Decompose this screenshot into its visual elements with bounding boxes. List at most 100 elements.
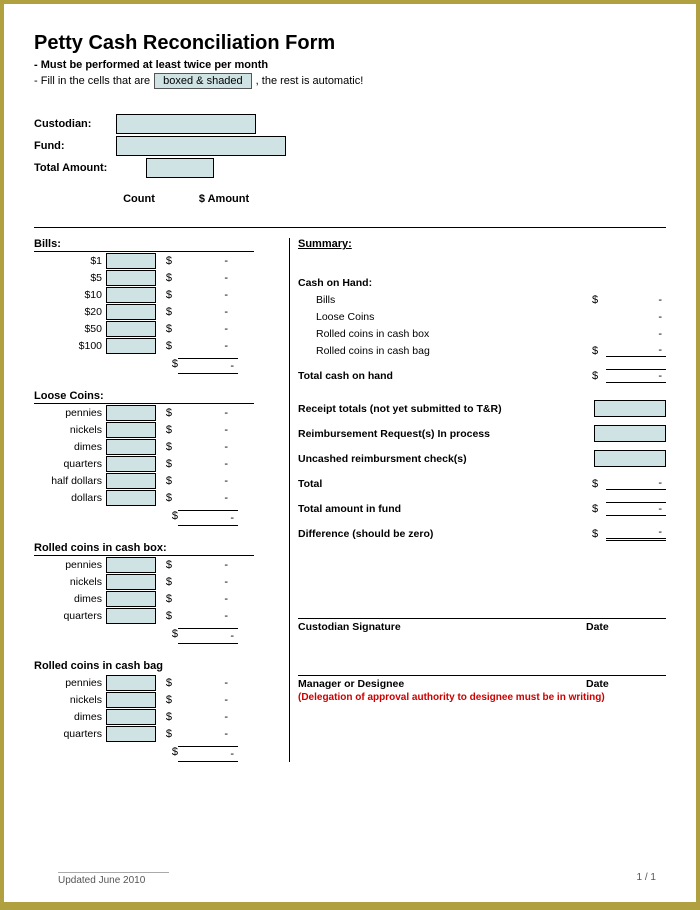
rbox-amount: - [172,559,232,571]
rbox-denom-label: dimes [34,593,106,605]
bills-denom-label: $1 [34,255,106,267]
rbag-amount: - [172,711,232,723]
bills-amount: - [172,340,232,352]
dollar-sign: $ [156,559,172,571]
top-fields: Custodian: Fund: Total Amount: [34,113,666,179]
rbag-subtotal: - [178,746,238,762]
table-row: dollars$- [34,489,289,506]
page: Petty Cash Reconciliation Form - Must be… [4,4,696,902]
dollar-sign: $ [156,289,172,301]
bills-amount: - [172,289,232,301]
subtitle: - Must be performed at least twice per m… [34,59,666,71]
bills-denom-label: $10 [34,289,106,301]
uncashed-input[interactable] [594,450,666,467]
summary-rbox-val: - [606,328,666,340]
rbox-count-input[interactable] [106,557,156,573]
loose-count-input[interactable] [106,456,156,472]
loose-count-input[interactable] [106,490,156,506]
table-row: $20$- [34,303,289,320]
rbox-count-input[interactable] [106,591,156,607]
dollar-sign: $ [156,576,172,588]
table-row: quarters$- [34,725,289,742]
total-fund-label: Total amount in fund [298,503,592,515]
left-column: Count $ Amount [34,193,289,209]
rbag-subtotal-dollar: $ [162,746,178,762]
footer-page: 1 / 1 [637,872,656,886]
rbag-count-input[interactable] [106,692,156,708]
loose-count-input[interactable] [106,473,156,489]
rolled-bag-header: Rolled coins in cash bag [34,660,254,674]
rbag-count-input[interactable] [106,675,156,691]
bills-count-input[interactable] [106,304,156,320]
total-amount-input[interactable] [146,158,214,178]
dollar-sign: $ [156,694,172,706]
table-row: dimes$- [34,590,289,607]
dollar-sign: $ [156,475,172,487]
loose-denom-label: dimes [34,441,106,453]
loose-count-input[interactable] [106,422,156,438]
rbox-denom-label: nickels [34,576,106,588]
loose-subtotal-dollar: $ [162,510,178,526]
bills-amount: - [172,323,232,335]
fund-input[interactable] [116,136,286,156]
bills-count-input[interactable] [106,253,156,269]
rbag-amount: - [172,694,232,706]
receipts-input[interactable] [594,400,666,417]
rbag-count-input[interactable] [106,726,156,742]
total-val: - [606,477,666,490]
dollar-sign: $ [156,728,172,740]
custodian-input[interactable] [116,114,256,134]
loose-amount: - [172,407,232,419]
left-column: Bills: $1$-$5$-$10$-$20$-$50$-$100$- $ -… [34,238,289,762]
bills-header: Bills: [34,238,254,252]
amount-header: $ Amount [184,193,264,205]
loose-denom-label: dollars [34,492,106,504]
table-row: pennies$- [34,674,289,691]
bills-count-input[interactable] [106,338,156,354]
loose-denom-label: half dollars [34,475,106,487]
bills-amount: - [172,272,232,284]
table-row: nickels$- [34,573,289,590]
bills-count-input[interactable] [106,270,156,286]
loose-denom-label: nickels [34,424,106,436]
count-header: Count [104,193,174,205]
bills-denom-label: $5 [34,272,106,284]
rbag-amount: - [172,728,232,740]
rbag-count-input[interactable] [106,709,156,725]
cash-on-hand-label: Cash on Hand: [298,277,666,289]
total-label: Total [298,478,592,490]
table-row: quarters$- [34,455,289,472]
rbox-amount: - [172,593,232,605]
table-row: $1$- [34,252,289,269]
bills-subtotal-dollar: $ [162,358,178,374]
dollar-sign: $ [156,492,172,504]
rbox-denom-label: pennies [34,559,106,571]
table-row: nickels $- [34,691,289,708]
difference-val: - [606,526,666,541]
loose-count-input[interactable] [106,439,156,455]
table-row: $10 $- [34,286,289,303]
loose-count-input[interactable] [106,405,156,421]
fund-label: Fund: [34,140,116,152]
bills-count-input[interactable] [106,321,156,337]
loose-amount: - [172,475,232,487]
bills-count-input[interactable] [106,287,156,303]
summary-rbox-label: Rolled coins in cash box [298,328,592,340]
bills-denom-label: $20 [34,306,106,318]
uncashed-label: Uncashed reimbursment check(s) [298,453,594,465]
reimb-req-input[interactable] [594,425,666,442]
table-row: pennies$- [34,404,289,421]
divider [34,227,666,228]
table-row: dimes$- [34,438,289,455]
dollar-sign: $ [156,340,172,352]
total-cash-label: Total cash on hand [298,370,592,382]
rbag-denom-label: nickels [34,694,106,706]
rbox-count-input[interactable] [106,574,156,590]
rbox-count-input[interactable] [106,608,156,624]
dollar-sign: $ [156,610,172,622]
dollar-sign: $ [156,458,172,470]
delegation-note: (Delegation of approval authority to des… [298,692,666,703]
summary-rbag-val: - [606,344,666,357]
summary-loose-label: Loose Coins [298,311,592,323]
dollar-sign: $ [156,272,172,284]
